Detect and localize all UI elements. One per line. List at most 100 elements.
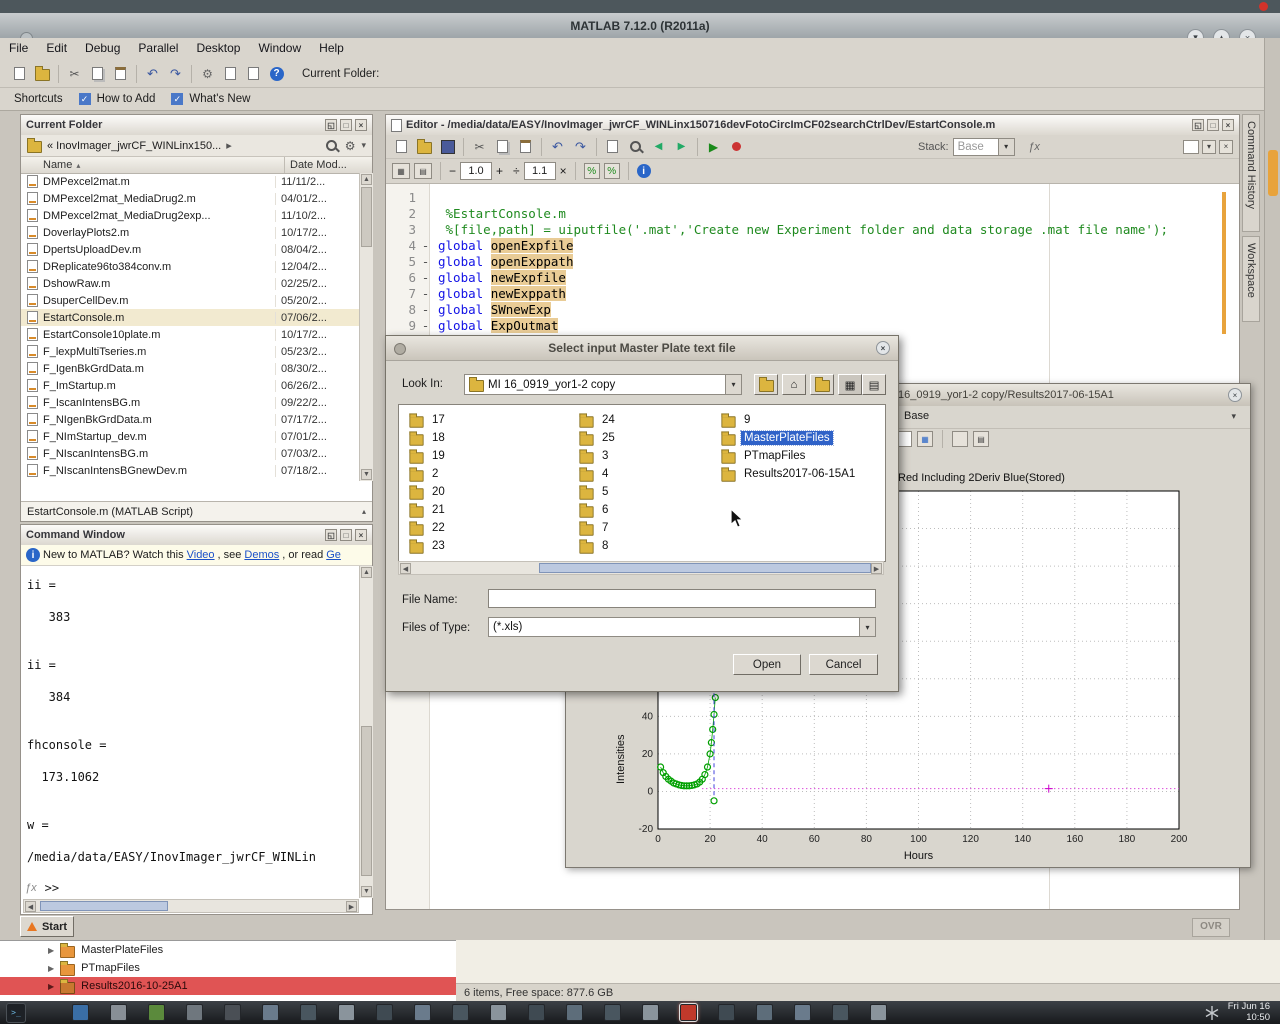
menu-window[interactable]: Window (249, 38, 310, 58)
taskbar-app-icon[interactable] (642, 1004, 659, 1021)
dialog-folder-item[interactable]: 3 (577, 447, 620, 465)
maximize-panel-icon[interactable]: □ (340, 119, 352, 131)
file-row[interactable]: EstartConsole.m07/06/2... (21, 309, 359, 326)
scroll-thumb[interactable] (539, 563, 871, 573)
find-button[interactable] (624, 136, 647, 158)
file-row[interactable]: F_NImStartup_dev.m07/01/2... (21, 428, 359, 445)
zoom-value-box[interactable]: 1.0 (460, 162, 492, 180)
file-row[interactable]: F_IgenBkGrdData.m08/30/2... (21, 360, 359, 377)
dialog-titlebar[interactable]: Select input Master Plate text file × (386, 336, 898, 361)
shortcut-whats-new[interactable]: What's New (189, 93, 250, 105)
file-row[interactable]: F_ImStartup.m06/26/2... (21, 377, 359, 394)
file-row[interactable]: DMPexcel2mat.m11/11/2... (21, 173, 359, 190)
column-name[interactable]: Name (21, 159, 72, 171)
new-folder-button[interactable] (810, 374, 834, 395)
cancel-button[interactable]: Cancel (809, 654, 878, 675)
maximize-panel-icon[interactable]: □ (1207, 119, 1219, 131)
clock[interactable]: Fri Jun 16 10:50 (1228, 1002, 1270, 1023)
shortcut-how-to-add[interactable]: How to Add (97, 93, 156, 105)
dialog-folder-item[interactable]: 7 (577, 519, 620, 537)
column-date[interactable]: Date Mod... (290, 159, 347, 171)
increase-icon[interactable]: + (496, 164, 503, 178)
redo-button[interactable]: ↷ (569, 136, 592, 158)
console-vscrollbar[interactable]: ▲ ▼ (359, 566, 373, 898)
scroll-marker[interactable] (1268, 150, 1278, 196)
taskbar-app-icon[interactable] (338, 1004, 355, 1021)
times-icon[interactable]: × (560, 164, 567, 178)
dialog-folder-item[interactable]: 25 (577, 429, 620, 447)
file-row[interactable]: F_NIscanIntensBGnewDev.m07/18/2... (21, 462, 359, 479)
taskbar-app-icon[interactable] (224, 1004, 241, 1021)
search-icon[interactable] (325, 139, 339, 153)
file-row[interactable]: DoverlayPlots2.m10/17/2... (21, 224, 359, 241)
file-row[interactable]: F_NIgenBkGrdData.m07/17/2... (21, 411, 359, 428)
layout-dropdown-button[interactable]: ▾ (1202, 140, 1216, 154)
print-button[interactable] (601, 136, 624, 158)
menu-desktop[interactable]: Desktop (187, 38, 249, 58)
taskbar-app-icon[interactable] (262, 1004, 279, 1021)
dialog-folder-item[interactable]: 18 (407, 429, 450, 447)
open-button[interactable] (413, 136, 436, 158)
dialog-folder-item[interactable]: 21 (407, 501, 450, 519)
scroll-right-icon[interactable]: ▶ (346, 901, 357, 912)
figure-stack-value[interactable]: Base (904, 410, 929, 422)
taskbar-app-icon[interactable] (186, 1004, 203, 1021)
dialog-hscrollbar[interactable]: ◀ ▶ (398, 561, 884, 575)
taskbar-app-icon[interactable] (376, 1004, 393, 1021)
taskbar-app-icon[interactable] (110, 1004, 127, 1021)
decrease-icon[interactable]: − (449, 164, 456, 178)
cut-button[interactable]: ✂ (468, 136, 491, 158)
desktop-switcher-icon[interactable] (1204, 1005, 1220, 1021)
open-file-button[interactable] (31, 63, 54, 85)
scroll-down-icon[interactable]: ▼ (361, 886, 372, 897)
open-button[interactable]: Open (733, 654, 801, 675)
maximize-panel-icon[interactable]: □ (340, 529, 352, 541)
current-folder-header[interactable]: Current Folder ◱ □ × (21, 115, 372, 136)
dialog-folder-item[interactable]: 6 (577, 501, 620, 519)
scroll-up-icon[interactable]: ▲ (361, 567, 372, 578)
file-name-input[interactable] (488, 589, 876, 608)
gear-icon[interactable]: ⚙ (345, 139, 356, 153)
up-one-level-button[interactable] (754, 374, 778, 395)
titlebar[interactable]: MATLAB 7.12.0 (R2011a) ▾ ▴ × (0, 13, 1280, 38)
dock-icon[interactable]: ◱ (325, 119, 337, 131)
scroll-thumb[interactable] (40, 901, 168, 911)
undo-button[interactable]: ↶ (141, 63, 164, 85)
scroll-right-icon[interactable]: ▶ (871, 563, 882, 574)
dialog-folder-item[interactable]: 4 (577, 465, 620, 483)
expander-icon[interactable]: ▶ (48, 982, 54, 991)
dialog-folder-item[interactable]: 20 (407, 483, 450, 501)
step-value-box[interactable]: 1.1 (524, 162, 556, 180)
divide-icon[interactable]: ÷ (513, 164, 520, 178)
terminal-icon[interactable]: >_ (6, 1003, 26, 1023)
collapse-icon[interactable]: ▴ (362, 507, 366, 516)
dialog-folder-item[interactable]: Results2017-06-15A1 (719, 465, 860, 483)
taskbar-app-icon[interactable] (794, 1004, 811, 1021)
close-panel-icon[interactable]: × (355, 119, 367, 131)
menu-parallel[interactable]: Parallel (129, 38, 187, 58)
dialog-folder-item[interactable]: 2 (407, 465, 450, 483)
file-row[interactable]: DReplicate96to384conv.m12/04/2... (21, 258, 359, 275)
simulink-button[interactable]: ⚙ (196, 63, 219, 85)
forward-button[interactable]: ▶ (670, 136, 693, 158)
scroll-left-icon[interactable]: ◀ (25, 901, 36, 912)
close-document-button[interactable]: × (1219, 140, 1233, 154)
save-button[interactable] (436, 136, 459, 158)
close-panel-icon[interactable]: × (355, 529, 367, 541)
files-of-type-combo[interactable]: (*.xls) ▾ (488, 617, 876, 637)
scroll-thumb[interactable] (361, 726, 372, 876)
tree-row[interactable]: ▶ PTmapFiles (0, 959, 456, 977)
tab-workspace[interactable]: Workspace (1242, 236, 1260, 322)
fx-icon[interactable]: ƒx (25, 882, 37, 894)
guide-button[interactable] (219, 63, 242, 85)
new-file-button[interactable] (8, 63, 31, 85)
undo-button[interactable]: ↶ (546, 136, 569, 158)
breakpoint-button[interactable] (725, 136, 748, 158)
dialog-folder-item[interactable]: 17 (407, 411, 450, 429)
menu-file[interactable]: File (0, 38, 37, 58)
home-button[interactable]: ⌂ (782, 374, 806, 395)
menu-help[interactable]: Help (310, 38, 353, 58)
code-area[interactable]: 12 %EstartConsole.m3 %[file,path] = uipu… (386, 190, 1239, 334)
expander-icon[interactable]: ▶ (48, 946, 54, 955)
help-button[interactable]: ? (265, 63, 288, 85)
